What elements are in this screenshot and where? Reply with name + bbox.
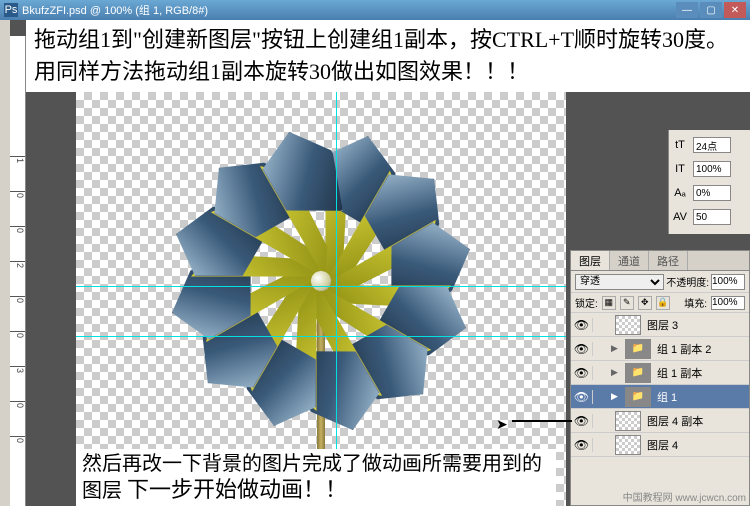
cursor-arrow-icon: ➤	[496, 416, 508, 433]
window-title: BkufzZFI.psd @ 100% (组 1, RGB/8#)	[22, 2, 208, 18]
visibility-toggle-icon[interactable]: 👁	[571, 318, 593, 332]
lock-position-icon[interactable]: ✥	[638, 296, 652, 310]
font-size-input[interactable]	[693, 137, 731, 153]
opacity-label: 不透明度:	[666, 274, 709, 289]
baseline-icon: Aₐ	[671, 187, 689, 199]
layer-row[interactable]: 👁 ▶ 📁组 1	[571, 385, 749, 409]
tab-layers[interactable]: 图层	[571, 251, 610, 270]
visibility-toggle-icon[interactable]: 👁	[571, 390, 593, 404]
folder-icon: 📁	[625, 387, 651, 407]
layer-name[interactable]: 组 1	[655, 389, 749, 405]
watermark-text: 中国教程网 www.jcwcn.com	[623, 489, 746, 504]
close-button[interactable]: ✕	[724, 2, 746, 18]
layer-thumbnail	[615, 315, 641, 335]
window-titlebar: Ps BkufzZFI.psd @ 100% (组 1, RGB/8#) — ▢…	[0, 0, 750, 20]
layers-panel: 图层 通道 路径 穿透 不透明度: 锁定: ▦ ✎ ✥ 🔒 填充: 👁图层 3👁…	[570, 250, 750, 506]
lock-all-icon[interactable]: 🔒	[656, 296, 670, 310]
layer-name[interactable]: 图层 3	[645, 317, 749, 333]
lock-transparency-icon[interactable]: ▦	[602, 296, 616, 310]
guide-horizontal[interactable]	[76, 286, 566, 287]
scale-icon: IT	[671, 163, 689, 175]
baseline-input[interactable]	[693, 185, 731, 201]
scale-input[interactable]	[693, 161, 731, 177]
minimize-button[interactable]: —	[676, 2, 698, 18]
layer-row[interactable]: 👁 ▶ 📁组 1 副本	[571, 361, 749, 385]
expand-chevron-icon[interactable]: ▶	[611, 343, 621, 354]
layer-name[interactable]: 组 1 副本 2	[655, 341, 749, 357]
font-size-icon: tT	[671, 139, 689, 151]
layer-name[interactable]: 图层 4	[645, 437, 749, 453]
maximize-button[interactable]: ▢	[700, 2, 722, 18]
layer-name[interactable]: 图层 4 副本	[645, 413, 749, 429]
visibility-toggle-icon[interactable]: 👁	[571, 438, 593, 452]
tutorial-instruction-top: 拖动组1到"创建新图层"按钮上创建组1副本，按CTRL+T顺时旋转30度。用同样…	[26, 20, 750, 92]
annotation-arrow	[512, 420, 572, 422]
document-canvas[interactable]: ➤	[76, 36, 566, 506]
fill-label: 填充:	[684, 295, 707, 310]
tracking-icon: AV	[671, 211, 689, 223]
panel-tabs: 图层 通道 路径	[571, 251, 749, 271]
blend-mode-select[interactable]: 穿透	[575, 274, 664, 290]
pinwheel-hub	[311, 271, 331, 291]
expand-chevron-icon[interactable]: ▶	[611, 391, 621, 402]
folder-icon: 📁	[625, 363, 651, 383]
character-panel: tT IT Aₐ AV	[668, 130, 750, 234]
expand-chevron-icon[interactable]: ▶	[611, 367, 621, 378]
layer-row[interactable]: 👁 图层 3	[571, 313, 749, 337]
layer-row[interactable]: 👁 图层 4	[571, 433, 749, 457]
tools-toolbar[interactable]	[0, 20, 10, 506]
lock-label: 锁定:	[575, 295, 598, 310]
visibility-toggle-icon[interactable]: 👁	[571, 366, 593, 380]
vertical-ruler[interactable]: 100200300	[10, 36, 26, 506]
guide-horizontal[interactable]	[76, 336, 566, 337]
layer-row[interactable]: 👁 图层 4 副本	[571, 409, 749, 433]
tracking-input[interactable]	[693, 209, 731, 225]
layers-list[interactable]: 👁图层 3👁▶📁组 1 副本 2👁▶📁组 1 副本👁▶📁组 1👁图层 4 副本👁…	[571, 313, 749, 505]
guide-vertical[interactable]	[336, 36, 337, 506]
visibility-toggle-icon[interactable]: 👁	[571, 342, 593, 356]
tab-paths[interactable]: 路径	[649, 251, 688, 270]
folder-icon: 📁	[625, 339, 651, 359]
fill-input[interactable]	[711, 296, 745, 310]
opacity-input[interactable]	[711, 274, 745, 290]
layer-row[interactable]: 👁 ▶ 📁组 1 副本 2	[571, 337, 749, 361]
visibility-toggle-icon[interactable]: 👁	[571, 414, 593, 428]
tutorial-instruction-bottom: 然后再改一下背景的图片完成了做动画所需要用到的图层 下一步开始做动画！！	[76, 449, 556, 506]
lock-pixels-icon[interactable]: ✎	[620, 296, 634, 310]
layer-thumbnail	[615, 435, 641, 455]
app-icon: Ps	[4, 3, 18, 17]
layer-name[interactable]: 组 1 副本	[655, 365, 749, 381]
layer-thumbnail	[615, 411, 641, 431]
tab-channels[interactable]: 通道	[610, 251, 649, 270]
